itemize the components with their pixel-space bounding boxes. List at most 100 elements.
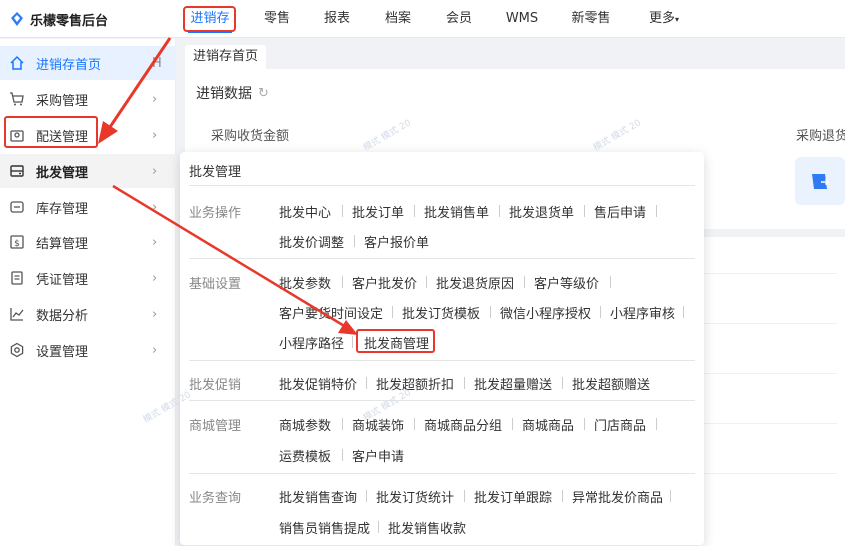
home-icon: [8, 54, 26, 72]
sidebar-item-label: 数据分析: [36, 308, 89, 324]
wholesale-submenu: 批发管理 业务操作 批发中心 批发订单 批发销售单 批发退货单 售后申请 批发价…: [180, 152, 704, 545]
sidebar-item-inventory[interactable]: 库存管理 ›: [0, 190, 176, 224]
settings-icon: [8, 341, 26, 359]
link-wholesale-return-slip[interactable]: 批发退货单: [509, 202, 574, 221]
sidebar-item-wholesale[interactable]: 批发管理 ›: [0, 154, 176, 188]
inventory-icon: [8, 198, 26, 216]
link-mall-product-groups[interactable]: 商城商品分组: [424, 415, 502, 434]
separator: [656, 418, 657, 430]
link-excess-discount[interactable]: 批发超额折扣: [376, 374, 454, 393]
divider: [189, 185, 695, 186]
separator: [562, 490, 563, 502]
link-return-reason[interactable]: 批发退货原因: [436, 273, 514, 292]
brand[interactable]: 乐檬零售后台: [10, 0, 108, 38]
separator: [584, 418, 585, 430]
link-promo-special[interactable]: 批发促销特价: [279, 374, 357, 393]
separator: [584, 205, 585, 217]
sidebar-item-settings[interactable]: 设置管理 ›: [0, 333, 176, 367]
sidebar-item-home[interactable]: 进销存首页 H: [0, 46, 176, 80]
section-label-ops: 业务操作: [189, 206, 242, 221]
sidebar-item-analysis[interactable]: 数据分析 ›: [0, 297, 176, 331]
top-nav-retail[interactable]: 零售: [262, 0, 292, 38]
section-label-promo: 批发促销: [189, 378, 242, 393]
link-miniapp-auth[interactable]: 微信小程序授权: [500, 303, 591, 322]
top-nav-new-retail[interactable]: 新零售: [570, 0, 612, 38]
section-label-mall: 商城管理: [189, 419, 242, 434]
link-delivery-time[interactable]: 客户要货时间设定: [279, 303, 383, 322]
link-wholesale-order[interactable]: 批发订单: [352, 202, 404, 221]
sidebar-item-label: 采购管理: [36, 93, 89, 109]
link-customer-price[interactable]: 客户批发价: [352, 273, 417, 292]
chevron-right-icon: ›: [152, 306, 158, 322]
link-customer-quote[interactable]: 客户报价单: [364, 232, 429, 251]
separator: [464, 490, 465, 502]
link-order-statistics[interactable]: 批发订货统计: [376, 487, 454, 506]
link-mall-decoration[interactable]: 商城装饰: [352, 415, 404, 434]
card-title-text: 进销数据: [196, 86, 252, 102]
separator: [366, 490, 367, 502]
link-excess-quantity-gift[interactable]: 批发超量赠送: [474, 374, 552, 393]
separator: [366, 377, 367, 389]
sidebar-item-settlement[interactable]: $ 结算管理 ›: [0, 225, 176, 259]
link-mall-params[interactable]: 商城参数: [279, 415, 331, 434]
link-customer-application[interactable]: 客户申请: [352, 446, 404, 465]
separator: [392, 306, 393, 318]
top-bar: 乐檬零售后台 进销存 零售 报表 档案 会员 WMS 新零售 更多▾: [0, 0, 845, 38]
link-order-tracking[interactable]: 批发订单跟踪: [474, 487, 552, 506]
separator: [600, 306, 601, 318]
separator: [499, 205, 500, 217]
separator: [562, 377, 563, 389]
divider: [189, 400, 695, 401]
card-title: 进销数据 ↻: [196, 83, 269, 103]
separator: [342, 276, 343, 288]
separator: [414, 418, 415, 430]
divider: [189, 473, 695, 474]
link-salesperson-commission[interactable]: 销售员销售提成: [279, 518, 370, 537]
top-nav-more-label: 更多: [648, 11, 675, 26]
link-price-adjust[interactable]: 批发价调整: [279, 232, 344, 251]
link-order-template[interactable]: 批发订货模板: [402, 303, 480, 322]
link-customer-level-price[interactable]: 客户等级价: [534, 273, 599, 292]
link-wholesale-center[interactable]: 批发中心: [279, 202, 331, 221]
link-excess-amount-gift[interactable]: 批发超额赠送: [572, 374, 650, 393]
wholesale-icon: [8, 162, 26, 180]
link-miniapp-path[interactable]: 小程序路径: [279, 333, 344, 352]
refresh-icon[interactable]: ↻: [258, 86, 269, 101]
sidebar-item-label: 库存管理: [36, 201, 89, 217]
sidebar-item-purchase[interactable]: 采购管理 ›: [0, 82, 176, 116]
link-abnormal-price-products[interactable]: 异常批发价商品: [572, 487, 663, 506]
sidebar-item-label: 批发管理: [36, 165, 89, 181]
separator: [352, 336, 353, 348]
link-miniapp-review[interactable]: 小程序审核: [610, 303, 675, 322]
settlement-icon: $: [8, 233, 26, 251]
link-mall-products[interactable]: 商城商品: [522, 415, 574, 434]
top-nav-archives[interactable]: 档案: [383, 0, 413, 38]
separator: [414, 205, 415, 217]
top-nav-more[interactable]: 更多▾: [644, 0, 684, 38]
separator: [342, 449, 343, 461]
link-sales-collection[interactable]: 批发销售收款: [388, 518, 466, 537]
top-nav-reports[interactable]: 报表: [322, 0, 352, 38]
chevron-right-icon: ›: [152, 127, 158, 143]
divider: [189, 360, 695, 361]
link-wholesale-params[interactable]: 批发参数: [279, 273, 331, 292]
sidebar-item-voucher[interactable]: 凭证管理 ›: [0, 261, 176, 295]
chart-icon: [8, 305, 26, 323]
chevron-right-icon: ›: [152, 163, 158, 179]
collapse-sidebar-icon[interactable]: H: [152, 56, 162, 71]
top-nav-members[interactable]: 会员: [444, 0, 474, 38]
link-sales-query[interactable]: 批发销售查询: [279, 487, 357, 506]
top-nav-wms[interactable]: WMS: [504, 0, 540, 38]
separator: [670, 490, 671, 502]
link-shipping-template[interactable]: 运费模板: [279, 446, 331, 465]
separator: [610, 276, 611, 288]
link-after-sales[interactable]: 售后申请: [594, 202, 646, 221]
sidebar-item-label: 设置管理: [36, 344, 89, 360]
separator: [512, 418, 513, 430]
link-store-products[interactable]: 门店商品: [594, 415, 646, 434]
caret-down-icon: ▾: [675, 15, 680, 24]
separator: [342, 205, 343, 217]
sidebar-item-label: 进销存首页: [36, 57, 102, 73]
tab-home[interactable]: 进销存首页: [185, 45, 267, 69]
link-wholesale-sales-slip[interactable]: 批发销售单: [424, 202, 489, 221]
